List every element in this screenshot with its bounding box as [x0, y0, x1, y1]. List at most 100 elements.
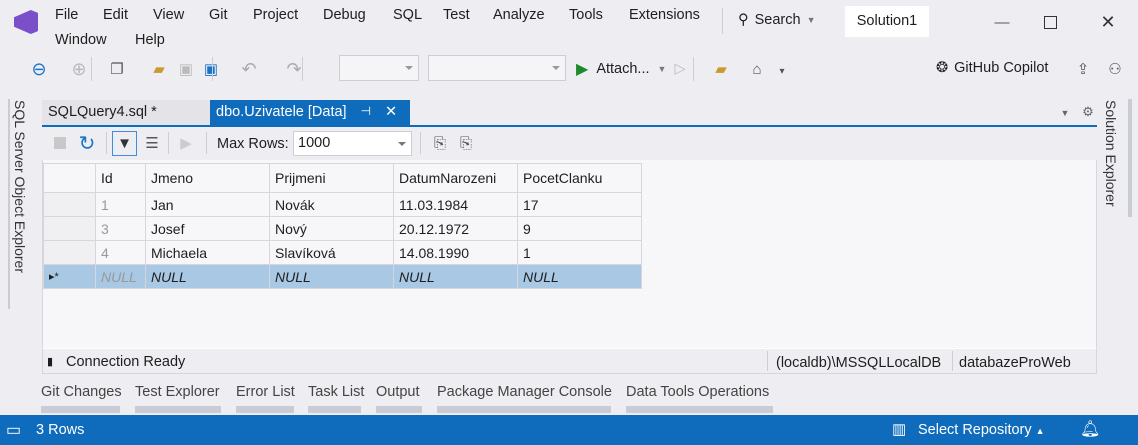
menu-git[interactable]: Git — [209, 7, 228, 23]
select-repository-button[interactable]: Select Repository ▲ — [918, 422, 1045, 438]
find-in-folder-icon[interactable]: ▰ — [710, 58, 732, 80]
tool-tab-indicator — [437, 406, 611, 413]
refresh-icon[interactable]: ↻ — [76, 132, 98, 155]
feedback-icon[interactable]: ⚇ — [1104, 58, 1126, 80]
data-grid: Id Jmeno Prijmeni DatumNarozeni PocetClanku 1… — [43, 163, 642, 289]
menu-file[interactable]: File — [55, 7, 78, 23]
table-row[interactable]: 4 Michaela Slavíková 14.08.1990 1 — [43, 240, 642, 265]
grid-cell[interactable]: 17 — [517, 192, 642, 217]
new-project-icon[interactable]: ❐ — [106, 58, 128, 80]
row-header[interactable] — [43, 192, 96, 217]
grid-cell[interactable]: NULL — [517, 264, 642, 289]
grid-cell[interactable]: 9 — [517, 216, 642, 241]
tab-uzivatele-data[interactable]: dbo.Uzivatele [Data] ⊣ ✕ — [210, 100, 410, 127]
overflow-icon[interactable]: ▾ — [776, 62, 788, 80]
grid-cell[interactable]: 1 — [517, 240, 642, 265]
column-header[interactable]: PocetClanku — [517, 163, 642, 193]
menu-sql[interactable]: SQL — [393, 7, 422, 23]
column-header[interactable]: DatumNarozeni — [393, 163, 518, 193]
filter-icon[interactable]: ▼ — [112, 131, 137, 156]
open-folder-icon[interactable]: ▰ — [148, 58, 170, 80]
maximize-button[interactable] — [1038, 10, 1062, 34]
grid-cell[interactable]: 11.03.1984 — [393, 192, 518, 217]
menu-extensions[interactable]: Extensions — [629, 7, 700, 23]
pin-icon[interactable]: ⊣ — [361, 104, 371, 118]
bell-icon[interactable]: 🔔︎ — [1080, 419, 1100, 439]
grid-cell[interactable]: NULL — [145, 264, 270, 289]
script-file-icon[interactable]: ⎘ — [456, 133, 476, 153]
new-row[interactable]: ▸* NULL NULL NULL NULL NULL — [43, 264, 642, 289]
grid-cell[interactable]: NULL — [269, 264, 394, 289]
grid-cell[interactable]: Josef — [145, 216, 270, 241]
grid-cell[interactable]: Novák — [269, 192, 394, 217]
script-icon[interactable]: ⎘ — [430, 133, 450, 153]
grid-cell[interactable]: Jan — [145, 192, 270, 217]
tool-tab-test-explorer[interactable]: Test Explorer — [135, 384, 220, 400]
grid-cell[interactable]: 1 — [95, 192, 146, 217]
tool-tab-git-changes[interactable]: Git Changes — [41, 384, 122, 400]
menu-view[interactable]: View — [153, 7, 184, 23]
notifications-comment-icon[interactable]: ▭ — [6, 420, 21, 440]
save-all-icon[interactable]: ▣ — [200, 58, 222, 80]
tool-tab-indicator — [626, 406, 773, 413]
share-icon[interactable]: ⇪ — [1072, 58, 1094, 80]
sort-icon[interactable]: ☰ — [142, 133, 162, 153]
menu-tools[interactable]: Tools — [569, 7, 603, 23]
menu-window[interactable]: Window — [55, 32, 107, 48]
row-header[interactable] — [43, 216, 96, 241]
grid-cell[interactable]: NULL — [393, 264, 518, 289]
undo-icon[interactable]: ↶ — [238, 58, 260, 80]
menu-debug[interactable]: Debug — [323, 7, 366, 23]
grid-cell[interactable]: 3 — [95, 216, 146, 241]
back-icon[interactable]: ⊖ — [28, 58, 50, 80]
tab-list-dropdown[interactable]: ▼ — [1058, 106, 1072, 120]
configuration-dropdown[interactable] — [339, 55, 419, 81]
menu-test[interactable]: Test — [443, 7, 470, 23]
tool-tab-data-tools-operations[interactable]: Data Tools Operations — [626, 384, 769, 400]
grid-cell[interactable]: 4 — [95, 240, 146, 265]
attach-button[interactable]: ▶ Attach... ▼ ▷ — [576, 59, 686, 79]
grid-cell[interactable]: 14.08.1990 — [393, 240, 518, 265]
sql-server-object-explorer-tab[interactable]: SQL Server Object Explorer — [12, 100, 28, 273]
tool-tab-indicator — [308, 406, 361, 413]
github-copilot-button[interactable]: ❂ GitHub Copilot — [936, 60, 1048, 76]
tool-tab-error-list[interactable]: Error List — [236, 384, 295, 400]
stop-icon[interactable] — [52, 135, 68, 151]
tool-tab-output[interactable]: Output — [376, 384, 420, 400]
platform-dropdown[interactable] — [428, 55, 566, 81]
grid-cell[interactable]: Nový — [269, 216, 394, 241]
menu-project[interactable]: Project — [253, 7, 298, 23]
tab-sqlquery4[interactable]: SQLQuery4.sql * — [42, 100, 210, 125]
grid-cell[interactable]: NULL — [95, 264, 146, 289]
menu-help[interactable]: Help — [135, 32, 165, 48]
max-rows-dropdown[interactable]: 1000 — [293, 131, 412, 156]
search-button[interactable]: ⚲ Search ▼ — [738, 12, 816, 28]
column-header[interactable]: Prijmeni — [269, 163, 394, 193]
menu-edit[interactable]: Edit — [103, 7, 128, 23]
grid-cell[interactable]: 20.12.1972 — [393, 216, 518, 241]
tool-tab-task-list[interactable]: Task List — [308, 384, 364, 400]
repository-icon: ▥ — [892, 421, 907, 438]
tool-tab-package-manager-console[interactable]: Package Manager Console — [437, 384, 612, 400]
settings-gear-icon[interactable]: ⚙ — [1080, 104, 1096, 120]
column-header[interactable]: Id — [95, 163, 146, 193]
close-button[interactable]: ✕ — [1096, 10, 1120, 34]
chevron-down-icon: ▼ — [806, 15, 816, 25]
save-icon[interactable]: ▣ — [175, 58, 197, 80]
grid-cell[interactable]: Michaela — [145, 240, 270, 265]
table-row[interactable]: 1 Jan Novák 11.03.1984 17 — [43, 192, 642, 217]
row-header[interactable] — [43, 240, 96, 265]
copilot-icon: ❂ — [936, 60, 949, 76]
menu-analyze[interactable]: Analyze — [493, 7, 545, 23]
table-row[interactable]: 3 Josef Nový 20.12.1972 9 — [43, 216, 642, 241]
forward-icon[interactable]: ⊕ — [68, 58, 90, 80]
home-window-icon[interactable]: ⌂ — [746, 58, 768, 80]
grid-cell[interactable]: Slavíková — [269, 240, 394, 265]
execute-icon[interactable]: ▶ — [176, 133, 196, 153]
solution-explorer-tab[interactable]: Solution Explorer — [1103, 100, 1119, 207]
column-header[interactable]: Jmeno — [145, 163, 270, 193]
minimize-button[interactable]: — — [990, 10, 1014, 34]
close-tab-icon[interactable]: ✕ — [385, 104, 397, 120]
database-name: databazeProWeb — [959, 355, 1071, 371]
tool-tab-indicator — [41, 406, 120, 413]
